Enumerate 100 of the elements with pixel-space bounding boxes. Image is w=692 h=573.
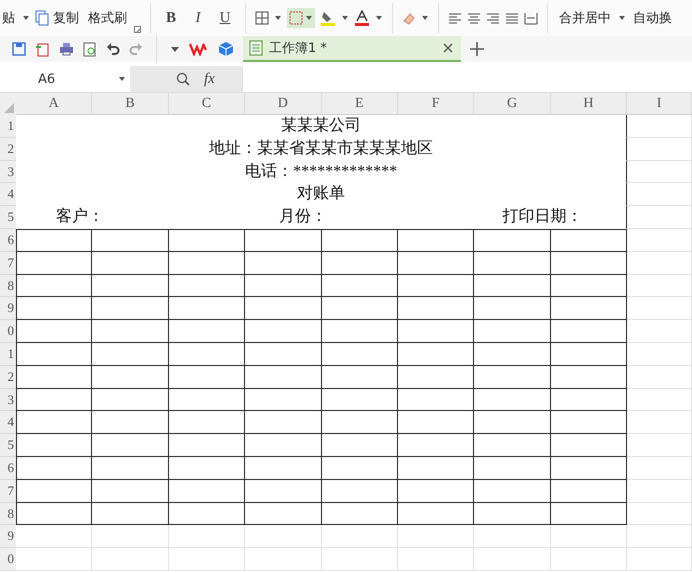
- row-header[interactable]: 1: [0, 115, 16, 138]
- table-cell[interactable]: [16, 342, 92, 366]
- table-cell[interactable]: [92, 502, 169, 526]
- table-cell[interactable]: [16, 228, 92, 252]
- table-cell[interactable]: [245, 297, 322, 320]
- caret-icon[interactable]: [341, 14, 349, 22]
- document-tab[interactable]: 工作簿1 *: [243, 36, 461, 62]
- empty-cell[interactable]: [627, 480, 692, 503]
- table-cell[interactable]: [16, 502, 92, 526]
- table-cell[interactable]: [550, 411, 628, 434]
- table-cell[interactable]: [92, 297, 169, 320]
- table-cell[interactable]: [168, 434, 246, 457]
- table-cell[interactable]: [474, 411, 551, 434]
- row-header[interactable]: 3: [0, 160, 16, 184]
- caret-icon[interactable]: [118, 75, 126, 83]
- table-cell[interactable]: [168, 388, 246, 412]
- table-cell[interactable]: [474, 502, 551, 526]
- row-header[interactable]: 4: [0, 411, 16, 434]
- italic-button[interactable]: I: [187, 10, 209, 26]
- table-cell[interactable]: [16, 252, 92, 275]
- table-cell[interactable]: [398, 297, 474, 320]
- empty-cell[interactable]: [550, 525, 628, 548]
- column-header[interactable]: I: [627, 93, 692, 115]
- table-cell[interactable]: [474, 388, 551, 412]
- row-header[interactable]: 3: [0, 388, 16, 412]
- table-cell[interactable]: [92, 388, 169, 412]
- table-cell[interactable]: [474, 456, 551, 480]
- table-cell[interactable]: [398, 456, 474, 480]
- cube-icon[interactable]: [218, 41, 234, 57]
- empty-cell[interactable]: [627, 206, 692, 229]
- table-cell[interactable]: [92, 320, 169, 343]
- row-header[interactable]: 9: [0, 297, 16, 320]
- row-header[interactable]: 8: [0, 274, 16, 298]
- table-cell[interactable]: [322, 320, 398, 343]
- empty-cell[interactable]: [398, 548, 474, 571]
- row-header[interactable]: 9: [0, 525, 16, 548]
- empty-cell[interactable]: [550, 548, 628, 571]
- table-cell[interactable]: [550, 434, 628, 457]
- justify-icon[interactable]: [505, 12, 519, 24]
- table-cell[interactable]: [92, 252, 169, 275]
- empty-cell[interactable]: [627, 456, 692, 480]
- caret-icon[interactable]: [305, 14, 313, 22]
- table-cell[interactable]: [550, 388, 628, 412]
- table-cell[interactable]: [16, 411, 92, 434]
- table-cell[interactable]: [398, 502, 474, 526]
- align-right-icon[interactable]: [486, 12, 500, 24]
- table-cell[interactable]: [398, 252, 474, 275]
- column-header[interactable]: E: [322, 93, 398, 115]
- table-cell[interactable]: [16, 480, 92, 503]
- empty-cell[interactable]: [322, 548, 398, 571]
- table-cell[interactable]: [168, 411, 246, 434]
- table-cell[interactable]: [550, 274, 628, 298]
- empty-cell[interactable]: [168, 525, 246, 548]
- dialog-launcher-icon[interactable]: [134, 26, 141, 33]
- table-cell[interactable]: [322, 274, 398, 298]
- table-cell[interactable]: [398, 228, 474, 252]
- row-header[interactable]: 6: [0, 456, 16, 480]
- empty-cell[interactable]: [245, 525, 322, 548]
- empty-cell[interactable]: [627, 297, 692, 320]
- empty-cell[interactable]: [627, 342, 692, 366]
- empty-cell[interactable]: [627, 183, 692, 206]
- table-cell[interactable]: [168, 502, 246, 526]
- column-header[interactable]: G: [474, 93, 551, 115]
- table-cell[interactable]: [398, 342, 474, 366]
- empty-cell[interactable]: [627, 252, 692, 275]
- empty-cell[interactable]: [627, 434, 692, 457]
- table-cell[interactable]: [398, 411, 474, 434]
- cell-style-icon[interactable]: [289, 11, 303, 25]
- copy-icon[interactable]: [35, 10, 49, 26]
- table-cell[interactable]: [474, 366, 551, 389]
- copy-button[interactable]: 复制: [51, 9, 81, 27]
- empty-cell[interactable]: [627, 115, 692, 138]
- table-cell[interactable]: [16, 388, 92, 412]
- table-cell[interactable]: [322, 502, 398, 526]
- table-cell[interactable]: [245, 228, 322, 252]
- column-header[interactable]: D: [245, 93, 322, 115]
- table-cell[interactable]: [92, 411, 169, 434]
- distributed-icon[interactable]: [524, 12, 538, 24]
- merge-center-button[interactable]: 合并居中: [557, 9, 613, 27]
- eraser-icon[interactable]: [402, 11, 416, 25]
- table-cell[interactable]: [550, 252, 628, 275]
- table-cell[interactable]: [245, 502, 322, 526]
- table-cell[interactable]: [474, 434, 551, 457]
- table-cell[interactable]: [16, 456, 92, 480]
- empty-cell[interactable]: [398, 525, 474, 548]
- table-cell[interactable]: [322, 366, 398, 389]
- table-cell[interactable]: [398, 434, 474, 457]
- empty-cell[interactable]: [627, 548, 692, 571]
- row-header[interactable]: 7: [0, 480, 16, 503]
- empty-cell[interactable]: [627, 228, 692, 252]
- function-button[interactable]: fx: [204, 70, 215, 88]
- row-header[interactable]: 2: [0, 138, 16, 161]
- row-header[interactable]: 6: [0, 228, 16, 252]
- table-cell[interactable]: [245, 434, 322, 457]
- table-cell[interactable]: [92, 456, 169, 480]
- table-cell[interactable]: [245, 342, 322, 366]
- table-cell[interactable]: [474, 274, 551, 298]
- table-cell[interactable]: [245, 320, 322, 343]
- underline-button[interactable]: U: [214, 10, 236, 26]
- format-painter-button[interactable]: 格式刷: [86, 9, 129, 27]
